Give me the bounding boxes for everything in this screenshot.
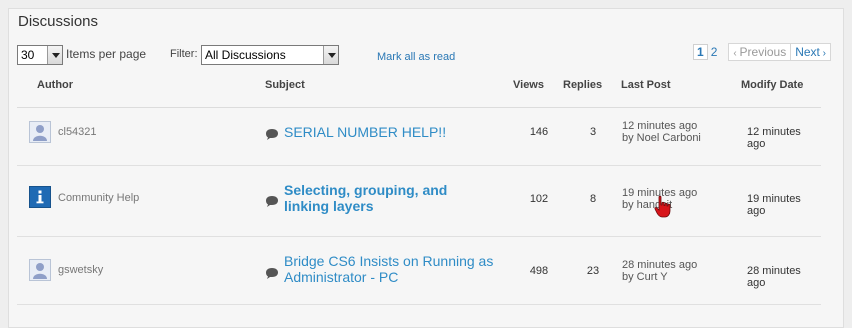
column-subject[interactable]: Subject [265,79,305,91]
pagination: 1 2 ‹ Previous Next › [693,43,831,61]
column-author[interactable]: Author [37,79,73,91]
subject-line-1: Bridge CS6 Insists on Running as [284,253,494,269]
table-row: cl54321 SERIAL NUMBER HELP!! 146 3 12 mi… [17,107,821,166]
items-per-page-select[interactable]: 30 [17,45,63,65]
table-row: Community Help Selecting, grouping, and … [17,166,821,237]
hand-cursor-icon [654,195,672,224]
discussion-subject-link[interactable]: SERIAL NUMBER HELP!! [284,124,446,140]
page-link-2[interactable]: 2 [708,45,721,59]
chevron-down-icon[interactable] [323,46,338,64]
chevron-down-icon[interactable] [47,46,62,64]
modify-date: 19 minutes ago [747,193,801,217]
items-per-page-label: Items per page [66,47,147,61]
replies-count: 8 [589,193,597,205]
modify-date: 28 minutes ago [747,265,801,289]
info-avatar-icon[interactable] [29,186,51,208]
chevron-right-icon: › [819,48,826,59]
filter-value: All Discussions [205,48,286,62]
last-post: 12 minutes ago by Noel Carboni [622,120,701,144]
last-post-time: 12 minutes ago [622,120,698,132]
filter-label: Filter: [170,48,198,60]
last-post-author[interactable]: by Curt Y [622,271,668,283]
filter-select[interactable]: All Discussions [201,45,339,65]
discussion-subject-link[interactable]: Bridge CS6 Insists on Running as Adminis… [284,253,493,285]
views-count: 102 [529,193,549,205]
panel-title: Discussions [18,13,99,30]
discussion-bubble-icon [265,266,279,284]
column-views[interactable]: Views [513,79,544,91]
next-button[interactable]: Next › [791,43,831,61]
subject-line-2: Administrator - PC [284,269,399,285]
mark-all-read-link[interactable]: Mark all as read [377,51,455,63]
last-post-author[interactable]: by Noel Carboni [622,132,701,144]
table-header: Author Subject Views Replies Last Post M… [17,79,821,108]
toolbar: 30 Items per page Filter: All Discussion… [9,43,843,67]
author-name[interactable]: Community Help [58,192,139,204]
discussions-panel: Discussions 30 Items per page Filter: Al… [8,8,844,328]
column-replies[interactable]: Replies [563,79,602,91]
last-post-time: 28 minutes ago [622,259,698,271]
previous-label: Previous [739,45,787,59]
page-link-1[interactable]: 1 [693,44,708,60]
previous-button[interactable]: ‹ Previous [728,43,792,61]
user-avatar-icon[interactable] [29,259,51,281]
views-count: 146 [529,126,549,138]
user-avatar-icon[interactable] [29,121,51,143]
author-name[interactable]: gswetsky [58,264,103,276]
modify-date: 12 minutes ago [747,126,801,150]
items-per-page-value: 30 [21,48,35,62]
views-count: 498 [529,265,549,277]
replies-count: 23 [586,265,600,277]
discussion-bubble-icon [265,127,279,145]
column-modify-date[interactable]: Modify Date [741,79,803,91]
discussion-subject-link[interactable]: Selecting, grouping, and linking layers [284,182,447,214]
column-last-post[interactable]: Last Post [621,79,671,91]
next-label: Next [795,45,820,59]
author-name[interactable]: cl54321 [58,126,97,138]
last-post: 28 minutes ago by Curt Y [622,259,697,283]
replies-count: 3 [589,126,597,138]
subject-line-2: linking layers [284,198,374,214]
subject-line-1: Selecting, grouping, and [284,182,448,198]
discussion-bubble-icon [265,194,279,212]
table-row: gswetsky Bridge CS6 Insists on Running a… [17,237,821,305]
